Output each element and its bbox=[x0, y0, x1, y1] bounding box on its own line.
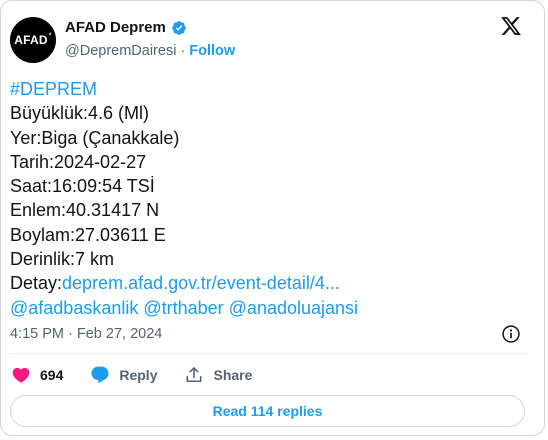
time-line: Saat:16:09:54 TSİ bbox=[10, 176, 155, 197]
handle-row: @DepremDairesi · Follow bbox=[65, 43, 235, 59]
longitude-line: Boylam:27.03611 E bbox=[10, 224, 166, 245]
avatar[interactable]: AFAD ° bbox=[10, 17, 56, 63]
avatar-text: AFAD bbox=[14, 33, 48, 47]
action-bar: 694 Reply Share bbox=[11, 365, 279, 385]
reply-button[interactable]: Reply bbox=[90, 365, 157, 385]
detail-line: Detay:deprem.afad.gov.tr/event-detail/4.… bbox=[10, 271, 358, 295]
share-icon bbox=[187, 367, 202, 383]
hashtag-link[interactable]: #DEPREM bbox=[10, 77, 358, 101]
heart-icon bbox=[12, 367, 30, 383]
handle[interactable]: @DepremDairesi bbox=[65, 43, 176, 59]
name-row: AFAD Deprem bbox=[65, 19, 187, 36]
read-replies-label: Read 114 replies bbox=[212, 403, 323, 419]
tweet-body: #DEPREM Büyüklük:4.6 (Ml) Yer:Biga (Çana… bbox=[10, 77, 358, 320]
display-name[interactable]: AFAD Deprem bbox=[65, 19, 166, 36]
mentions-line[interactable]: @afadbaskanlik @trthaber @anadoluajansi bbox=[10, 296, 358, 320]
location-line: Yer:Biga (Çanakkale) bbox=[10, 127, 180, 148]
reply-icon bbox=[91, 366, 109, 384]
share-button[interactable]: Share bbox=[184, 365, 252, 385]
detail-link[interactable]: deprem.afad.gov.tr/event-detail/4... bbox=[62, 273, 340, 293]
x-logo-icon[interactable] bbox=[500, 15, 522, 37]
depth-line: Derinlik:7 km bbox=[10, 249, 115, 270]
detail-label: Detay: bbox=[10, 273, 63, 294]
latitude-line: Enlem:40.31417 N bbox=[10, 200, 160, 221]
separator-dot: · bbox=[180, 43, 186, 59]
like-button[interactable]: 694 bbox=[11, 365, 63, 385]
like-count: 694 bbox=[40, 367, 64, 383]
tweet-card: AFAD ° AFAD Deprem @DepremDairesi · Follo… bbox=[0, 0, 545, 436]
magnitude-line: Büyüklük:4.6 (Ml) bbox=[10, 103, 150, 124]
verified-icon bbox=[172, 20, 186, 35]
read-replies-button[interactable]: Read 114 replies bbox=[10, 395, 525, 427]
timestamp[interactable]: 4:15 PM · Feb 27, 2024 bbox=[10, 326, 162, 342]
info-icon[interactable] bbox=[501, 324, 521, 344]
date-line: Tarih:2024-02-27 bbox=[10, 151, 147, 172]
follow-button[interactable]: Follow bbox=[189, 43, 235, 59]
reply-label: Reply bbox=[119, 367, 158, 383]
share-label: Share bbox=[213, 367, 253, 383]
divider bbox=[10, 353, 528, 354]
